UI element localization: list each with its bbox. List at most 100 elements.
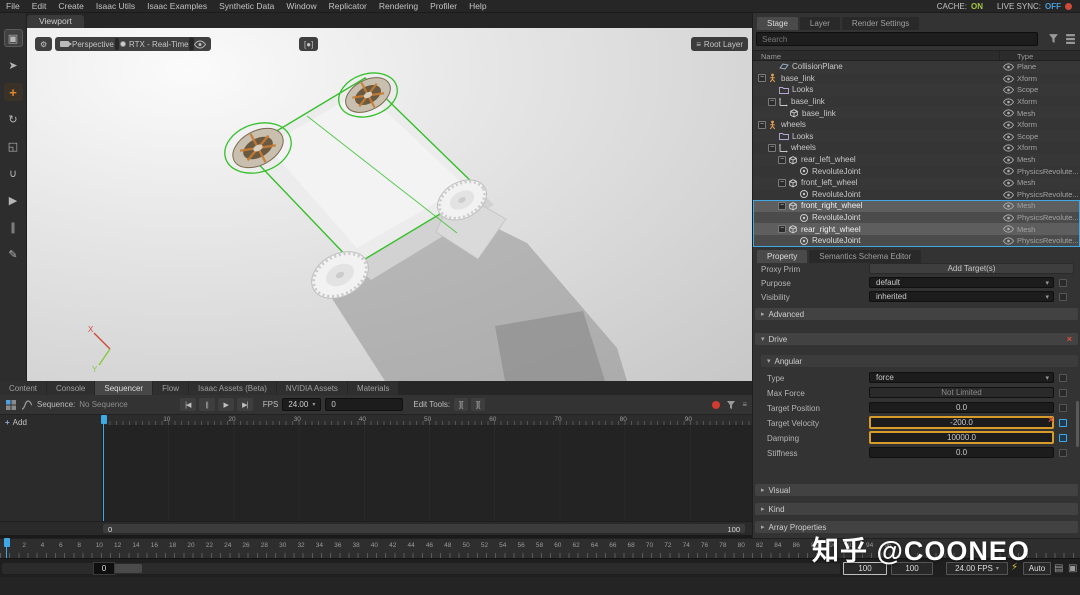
property-link-toggle[interactable] xyxy=(1059,279,1067,287)
timeline-playhead[interactable] xyxy=(4,538,10,558)
timeline-start-frame-box[interactable]: 0 xyxy=(93,562,115,575)
filter-icon[interactable] xyxy=(726,400,736,410)
tab-semantics-schema-editor[interactable]: Semantics Schema Editor xyxy=(809,250,922,263)
capture-button[interactable]: [●] xyxy=(299,37,319,51)
tree-expander-icon[interactable]: − xyxy=(778,201,786,210)
tree-expander-icon[interactable]: − xyxy=(768,143,776,152)
move-tool-icon[interactable]: + xyxy=(3,83,23,101)
tab-layer[interactable]: Layer xyxy=(799,17,840,30)
stage-tree-row[interactable]: CollisionPlane Plane xyxy=(753,61,1080,73)
menu-synthetic-data[interactable]: Synthetic Data xyxy=(213,1,280,11)
visibility-eye-icon[interactable] xyxy=(1003,190,1014,201)
tree-expander-icon[interactable]: − xyxy=(758,120,766,129)
fps-dropdown[interactable]: 24.00 ▾ xyxy=(282,398,322,411)
tree-expander-icon[interactable]: − xyxy=(778,178,786,187)
stage-tree-row[interactable]: RevoluteJoint PhysicsRevolute... xyxy=(753,165,1080,177)
stage-tree-row[interactable]: − front_left_wheel Mesh xyxy=(753,177,1080,189)
menu-create[interactable]: Create xyxy=(52,1,90,11)
stage-tree-row[interactable]: − rear_right_wheel Mesh xyxy=(753,223,1080,235)
menu-profiler[interactable]: Profiler xyxy=(424,1,463,11)
remove-property-icon[interactable]: × xyxy=(1048,415,1054,426)
section-kind[interactable]: ▸ Kind xyxy=(755,503,1078,515)
visibility-eye-icon[interactable] xyxy=(1003,74,1014,85)
timeline-expand-icon[interactable]: ▣ xyxy=(1068,563,1077,574)
tab-materials[interactable]: Materials xyxy=(347,381,399,395)
pause-button[interactable]: ∥ xyxy=(198,398,215,411)
visibility-eye-icon[interactable] xyxy=(1003,237,1014,247)
tab-stage[interactable]: Stage xyxy=(757,17,798,30)
sequencer-track-area[interactable] xyxy=(103,426,752,521)
visibility-dropdown[interactable]: inherited ▾ xyxy=(869,291,1054,302)
tab-console[interactable]: Console xyxy=(47,381,95,395)
section-advanced[interactable]: ▸ Advanced xyxy=(755,308,1078,320)
timeline-scroll-handle[interactable] xyxy=(114,564,142,573)
go-to-start-button[interactable]: |◀ xyxy=(179,398,196,411)
visibility-eye-icon[interactable] xyxy=(1003,98,1014,108)
stage-tree-row[interactable]: − wheels Xform xyxy=(753,142,1080,154)
tab-content[interactable]: Content xyxy=(0,381,47,395)
property-link-toggle[interactable] xyxy=(1059,404,1067,412)
add-track-button[interactable]: + Add xyxy=(5,418,97,427)
tree-expander-icon[interactable]: − xyxy=(758,74,766,83)
stage-tree-row[interactable]: − front_right_wheel Mesh xyxy=(753,200,1080,212)
play-tool-icon[interactable]: ▶ xyxy=(4,191,23,209)
snap-tool-icon[interactable]: ∪ xyxy=(4,164,23,182)
property-link-toggle[interactable] xyxy=(1059,434,1067,442)
visibility-eye-icon[interactable] xyxy=(1003,202,1014,212)
viewport-visibility-button[interactable] xyxy=(189,37,211,51)
visibility-eye-icon[interactable] xyxy=(1003,109,1014,119)
menu-file[interactable]: File xyxy=(0,1,26,11)
visibility-eye-icon[interactable] xyxy=(1003,214,1014,224)
sequencer-playhead[interactable] xyxy=(101,415,107,521)
camera-selector-button[interactable]: Perspective xyxy=(55,37,119,51)
property-link-toggle[interactable] xyxy=(1059,389,1067,397)
visibility-eye-icon[interactable] xyxy=(1003,167,1014,177)
tab-render-settings[interactable]: Render Settings xyxy=(841,17,920,30)
section-visual[interactable]: ▸ Visual xyxy=(755,484,1078,496)
scale-tool-icon[interactable]: ◱ xyxy=(4,137,23,155)
rotate-tool-icon[interactable]: ↻ xyxy=(4,110,23,128)
viewport-camera-tool-icon[interactable]: ▣ xyxy=(3,29,23,47)
stage-tree-row[interactable]: − rear_left_wheel Mesh xyxy=(753,154,1080,166)
root-layer-button[interactable]: ≡ Root Layer xyxy=(691,37,748,51)
visibility-eye-icon[interactable] xyxy=(1003,121,1014,131)
menu-isaac-examples[interactable]: Isaac Examples xyxy=(141,1,213,11)
visibility-eye-icon[interactable] xyxy=(1003,225,1014,235)
visibility-eye-icon[interactable] xyxy=(1003,156,1014,166)
target-velocity-field[interactable]: -200.0 xyxy=(869,416,1054,429)
tree-expander-icon[interactable]: − xyxy=(778,155,786,164)
visibility-eye-icon[interactable] xyxy=(1003,86,1014,96)
column-name[interactable]: Name xyxy=(761,52,781,61)
menu-edit[interactable]: Edit xyxy=(26,1,53,11)
play-button[interactable]: ▶ xyxy=(217,398,234,411)
edit-tool-trim[interactable]: ][ xyxy=(454,398,469,411)
stage-tree-row[interactable]: RevoluteJoint PhysicsRevolute... xyxy=(753,234,1080,247)
tab-sequencer[interactable]: Sequencer xyxy=(95,381,153,395)
live-sync-status-icon[interactable] xyxy=(1065,2,1072,10)
sequencer-scroll-track[interactable]: 0 100 xyxy=(103,524,745,534)
menu-rendering[interactable]: Rendering xyxy=(373,1,424,11)
stage-tree-row[interactable]: − wheels Xform xyxy=(753,118,1080,131)
stage-tree-row[interactable]: Looks Scope xyxy=(753,131,1080,143)
menu-help[interactable]: Help xyxy=(463,1,492,11)
stage-tree-row[interactable]: Looks Scope xyxy=(753,84,1080,96)
timeline-settings-icon[interactable]: ▤ xyxy=(1054,563,1063,574)
remove-drive-icon[interactable]: × xyxy=(1067,334,1072,344)
stage-tree-row[interactable]: base_link Mesh xyxy=(753,107,1080,119)
section-drive[interactable]: ▾ Drive × xyxy=(755,333,1078,345)
stage-tree-row[interactable]: RevoluteJoint PhysicsRevolute... xyxy=(753,188,1080,201)
stiffness-field[interactable]: 0.0 xyxy=(869,447,1054,458)
renderer-selector-button[interactable]: RTX - Real-Time xyxy=(115,37,194,51)
property-scrollbar[interactable] xyxy=(1076,401,1079,447)
tab-flow[interactable]: Flow xyxy=(153,381,188,395)
viewport-tab[interactable]: Viewport xyxy=(27,15,84,28)
property-link-toggle[interactable] xyxy=(1059,374,1067,382)
property-link-toggle[interactable] xyxy=(1059,419,1067,427)
record-icon[interactable] xyxy=(712,400,721,409)
select-tool-icon[interactable]: ➤ xyxy=(4,56,23,74)
visibility-eye-icon[interactable] xyxy=(1003,144,1014,154)
stage-tree-row[interactable]: − base_link Xform xyxy=(753,95,1080,108)
type-dropdown[interactable]: force ▾ xyxy=(869,372,1054,383)
tab-isaac-assets-beta-[interactable]: Isaac Assets (Beta) xyxy=(188,381,276,395)
max-force-field[interactable]: Not Limited xyxy=(869,387,1054,398)
